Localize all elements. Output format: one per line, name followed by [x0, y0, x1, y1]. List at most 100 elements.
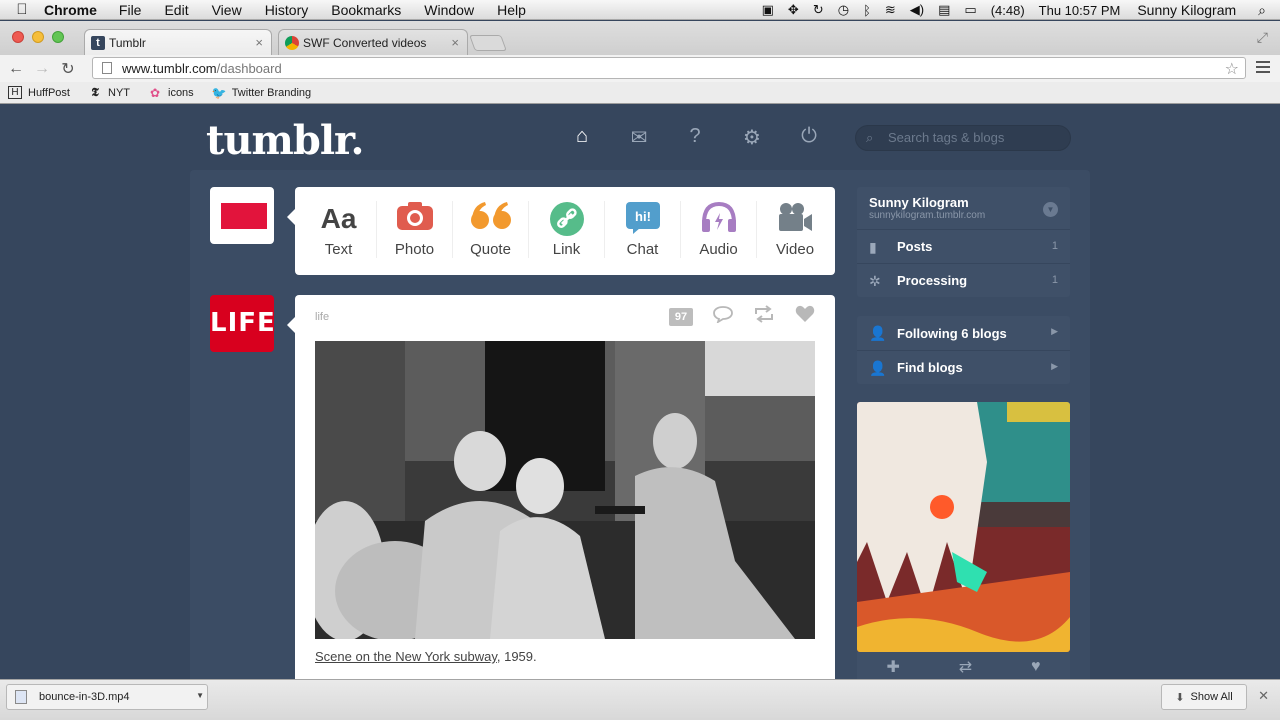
- post-type-audio[interactable]: Audio: [681, 201, 757, 258]
- blog-menu: Sunny Kilogram sunnykilogram.tumblr.com …: [857, 187, 1070, 297]
- blog-avatar-life[interactable]: LIFE: [210, 295, 275, 352]
- dropbox-icon[interactable]: ✥: [788, 2, 799, 18]
- post-blog-name[interactable]: life: [315, 311, 329, 323]
- zoom-window-button[interactable]: [52, 31, 64, 43]
- notes-count-badge[interactable]: 97: [669, 308, 693, 326]
- status-area: ▣ ✥ ↻ ◷ ᛒ ≋ ◀) ▤ ▭ (4:48) Thu 10:57 PM S…: [748, 0, 1280, 20]
- macos-menubar:  Chrome File Edit View History Bookmark…: [0, 0, 1280, 20]
- link-icon: [529, 201, 604, 237]
- blog-header[interactable]: Sunny Kilogram sunnykilogram.tumblr.com …: [857, 187, 1070, 229]
- heart-icon[interactable]: ♥: [1031, 658, 1041, 676]
- download-item[interactable]: bounce-in-3D.mp4 ▼: [6, 684, 208, 710]
- menu-view[interactable]: View: [212, 2, 242, 18]
- clock[interactable]: Thu 10:57 PM: [1039, 3, 1121, 18]
- minimize-window-button[interactable]: [32, 31, 44, 43]
- forward-arrow-icon[interactable]: →: [32, 60, 52, 78]
- menu-window[interactable]: Window: [424, 2, 474, 18]
- close-tab-icon[interactable]: ×: [255, 35, 263, 50]
- chevron-down-icon[interactable]: ▼: [1043, 202, 1058, 217]
- subway-photo[interactable]: [315, 341, 815, 639]
- post-type-text[interactable]: Aa Text: [301, 201, 377, 258]
- chrome-menu-icon[interactable]: [1256, 61, 1270, 76]
- volume-icon[interactable]: ◀): [910, 2, 924, 18]
- bookmark-nyt[interactable]: 𝕿 NYT: [88, 85, 130, 100]
- post-type-label: Text: [324, 241, 353, 258]
- post-type-label: Chat: [626, 241, 659, 258]
- wifi-icon[interactable]: ≋: [885, 2, 896, 18]
- home-icon[interactable]: ⌂: [570, 125, 594, 149]
- radar-artwork-image[interactable]: [857, 402, 1070, 652]
- messages-icon[interactable]: ✉: [627, 125, 651, 149]
- url-path: /dashboard: [216, 60, 282, 76]
- bookmark-label: HuffPost: [28, 86, 70, 99]
- post-type-label: Video: [775, 241, 815, 258]
- downloads-bar: bounce-in-3D.mp4 ▼ ⬇ Show All ✕: [0, 679, 1280, 720]
- screen-recorder-icon[interactable]: ▣: [762, 2, 774, 18]
- sidebar-item-processing[interactable]: ✲ Processing 1: [857, 263, 1070, 297]
- gear-icon[interactable]: ⚙: [740, 125, 764, 149]
- flag-icon[interactable]: ▤: [938, 2, 950, 18]
- power-icon[interactable]: ⏻: [797, 125, 821, 149]
- caption-link[interactable]: Scene on the New York subway: [315, 649, 497, 664]
- post-type-label: Quote: [470, 241, 511, 258]
- chevron-down-icon[interactable]: ▼: [196, 691, 204, 700]
- menu-edit[interactable]: Edit: [164, 2, 188, 18]
- menu-history[interactable]: History: [265, 2, 309, 18]
- sidebar-item-find-blogs[interactable]: 👤 Find blogs ▶: [857, 350, 1070, 384]
- menu-app-chrome[interactable]: Chrome: [44, 2, 97, 18]
- heart-icon[interactable]: [795, 305, 815, 328]
- close-tab-icon[interactable]: ×: [451, 35, 459, 50]
- time-machine-icon[interactable]: ◷: [838, 2, 849, 18]
- follow-menu: 👤 Following 6 blogs ▶ 👤 Find blogs ▶: [857, 316, 1070, 384]
- post-type-link[interactable]: Link: [529, 201, 605, 258]
- bookmark-huffpost[interactable]: H HuffPost: [8, 86, 70, 99]
- document-icon: ▮: [869, 239, 877, 255]
- tumblr-logo[interactable]: tumblr.: [206, 117, 364, 164]
- new-tab-button[interactable]: [469, 35, 507, 51]
- bookmark-icons[interactable]: ✿ icons: [148, 86, 194, 100]
- reload-icon[interactable]: ↻: [58, 59, 78, 79]
- apple-menu-icon[interactable]: : [0, 1, 44, 18]
- post-type-photo[interactable]: Photo: [377, 201, 453, 258]
- menu-bookmarks[interactable]: Bookmarks: [331, 2, 401, 18]
- post-type-chat[interactable]: hi! Chat: [605, 201, 681, 258]
- bookmark-star-icon[interactable]: ☆: [1225, 59, 1239, 79]
- sync-icon[interactable]: ↻: [813, 2, 824, 18]
- user-avatar[interactable]: [210, 187, 274, 244]
- menu-file[interactable]: File: [119, 2, 142, 18]
- post-type-label: Audio: [699, 241, 738, 258]
- reblog-icon[interactable]: [753, 305, 775, 328]
- show-all-downloads-button[interactable]: ⬇ Show All: [1161, 684, 1247, 710]
- reblog-icon[interactable]: ⇄: [959, 657, 972, 677]
- address-bar[interactable]: www.tumblr.com/dashboard ☆: [92, 57, 1246, 79]
- post-type-video[interactable]: Video: [757, 201, 833, 258]
- back-arrow-icon[interactable]: ←: [6, 60, 26, 78]
- plus-icon[interactable]: ✚: [886, 657, 899, 677]
- close-window-button[interactable]: [12, 31, 24, 43]
- video-camera-icon: [757, 201, 833, 237]
- add-person-icon: 👤: [869, 360, 887, 376]
- processing-icon: ✲: [869, 273, 881, 289]
- tab-title: SWF Converted videos: [303, 35, 427, 50]
- person-icon: 👤: [869, 325, 887, 341]
- search-input[interactable]: ⌕ Search tags & blogs: [855, 125, 1071, 151]
- tab-swf-videos[interactable]: SWF Converted videos ×: [278, 29, 468, 55]
- tumblr-icon: t: [91, 35, 105, 50]
- help-icon[interactable]: ?: [683, 125, 707, 149]
- sidebar-item-posts[interactable]: ▮ Posts 1: [857, 229, 1070, 263]
- menu-help[interactable]: Help: [497, 2, 526, 18]
- close-icon[interactable]: ✕: [1258, 688, 1269, 704]
- spotlight-icon[interactable]: ⌕: [1258, 2, 1266, 19]
- sidebar-item-following[interactable]: 👤 Following 6 blogs ▶: [857, 316, 1070, 350]
- fullscreen-icon[interactable]: ⤢: [1257, 29, 1268, 46]
- search-icon: ⌕: [866, 130, 874, 145]
- processing-count: 1: [1051, 274, 1058, 286]
- reply-icon[interactable]: [713, 305, 733, 328]
- user-menu[interactable]: Sunny Kilogram: [1137, 2, 1236, 18]
- tab-tumblr[interactable]: t Tumblr ×: [84, 29, 272, 55]
- post-type-label: Photo: [394, 241, 435, 258]
- bluetooth-icon[interactable]: ᛒ: [863, 3, 871, 18]
- bookmark-twitter-branding[interactable]: 🐦 Twitter Branding: [212, 86, 311, 100]
- post-type-quote[interactable]: Quote: [453, 201, 529, 258]
- battery-icon[interactable]: ▭: [964, 2, 976, 18]
